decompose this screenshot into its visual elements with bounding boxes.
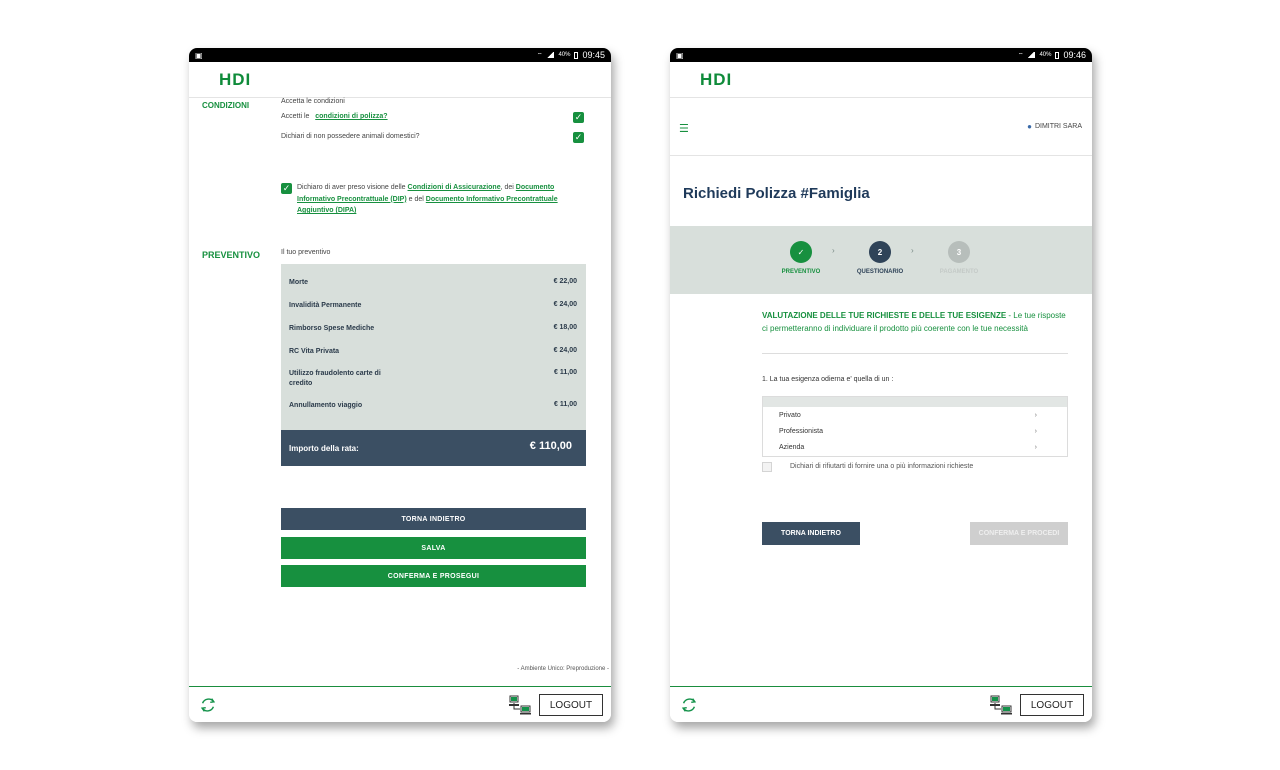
status-time: 09:45 bbox=[582, 50, 605, 60]
wifi-icon: ⌔ bbox=[536, 53, 543, 59]
accept-conditions-checkbox[interactable]: ✓ bbox=[573, 112, 584, 123]
quote-row: Invalidità Permanente € 24,00 bbox=[289, 301, 577, 309]
confirm-proceed-button[interactable]: CONFERMA E PROCEDI bbox=[970, 522, 1068, 545]
insurance-conditions-link[interactable]: Condizioni di Assicurazione bbox=[408, 184, 501, 191]
save-button[interactable]: SALVA bbox=[281, 537, 586, 559]
environment-note: - Ambiente Unico: Preproduzione - bbox=[517, 666, 609, 672]
conditions-intro: Accetta le condizioni bbox=[281, 98, 345, 105]
bottom-bar: LOGOUT bbox=[670, 686, 1092, 722]
quote-subtitle: Il tuo preventivo bbox=[281, 249, 331, 256]
signal-icon bbox=[546, 52, 555, 58]
policy-conditions-link[interactable]: condizioni di polizza? bbox=[315, 113, 387, 120]
step-label-pagamento: PAGAMENTO bbox=[939, 269, 979, 275]
refuse-info-label: Dichiari di rifiutarti di fornire una o … bbox=[790, 463, 974, 470]
chevron-right-icon: › bbox=[1034, 444, 1037, 451]
quote-row: Rimborso Spese Mediche € 18,00 bbox=[289, 324, 577, 332]
logout-button[interactable]: LOGOUT bbox=[1020, 694, 1084, 716]
step-questionario-circle: 2 bbox=[869, 241, 891, 263]
wifi-icon: ⌔ bbox=[1017, 53, 1024, 59]
confirm-continue-button[interactable]: CONFERMA E PROSEGUI bbox=[281, 565, 586, 587]
bottom-bar: LOGOUT bbox=[189, 686, 611, 722]
hdi-logo: HDI bbox=[219, 70, 252, 89]
chevron-right-icon: › bbox=[1034, 412, 1037, 419]
chevron-right-icon: › bbox=[1034, 428, 1037, 435]
sync-icon[interactable] bbox=[680, 696, 698, 714]
step-separator-icon: › bbox=[911, 246, 914, 255]
option-privato[interactable]: Privato › bbox=[779, 412, 1037, 419]
installment-value: € 110,00 bbox=[529, 440, 572, 452]
menu-bar: ☰ ● DIMITRI SARA bbox=[670, 98, 1092, 156]
signal-icon bbox=[1027, 52, 1036, 58]
no-pets-checkbox[interactable]: ✓ bbox=[573, 132, 584, 143]
right-tablet-screen: ▣ ⌔ 40% 09:46 HDI ☰ ● DIMITRI SARA Richi… bbox=[670, 48, 1092, 722]
option-azienda[interactable]: Azienda › bbox=[779, 444, 1037, 451]
quote-row: Utilizzo fraudolento carte di credito € 1… bbox=[289, 369, 577, 387]
network-computers-icon bbox=[509, 695, 531, 715]
status-time: 09:46 bbox=[1063, 50, 1086, 60]
battery-icon bbox=[574, 51, 579, 59]
question-label: 1. La tua esigenza odierna e' quella di … bbox=[762, 376, 894, 383]
hamburger-menu-icon[interactable]: ☰ bbox=[679, 122, 689, 135]
app-header: HDI bbox=[189, 62, 611, 98]
sync-icon[interactable] bbox=[199, 696, 217, 714]
back-button[interactable]: TORNA INDIETRO bbox=[762, 522, 860, 545]
quote-row: RC Vita Privata € 24,00 bbox=[289, 347, 577, 355]
progress-stepper: ✓ PREVENTIVO › 2 QUESTIONARIO › 3 PAGAME… bbox=[670, 226, 1092, 294]
app-header: HDI bbox=[670, 62, 1092, 98]
quote-table: Morte € 22,00 Invalidità Permanente € 24,0… bbox=[281, 264, 586, 430]
refuse-info-checkbox[interactable] bbox=[762, 462, 772, 472]
user-info[interactable]: ● DIMITRI SARA bbox=[1027, 122, 1082, 131]
options-header bbox=[763, 397, 1067, 407]
installment-label: Importo della rata: bbox=[289, 444, 359, 453]
installment-total-bar: Importo della rata: € 110,00 bbox=[281, 430, 586, 466]
quote-row: Annullamento viaggio € 11,00 bbox=[289, 401, 577, 409]
accept-conditions-question: Accetti le condizioni di polizza? bbox=[281, 113, 388, 120]
status-bar: ▣ ⌔ 40% 09:45 bbox=[189, 48, 611, 62]
declaration-text: Dichiaro di aver preso visione delle Con… bbox=[297, 184, 558, 214]
back-button[interactable]: TORNA INDIETRO bbox=[281, 508, 586, 530]
status-bar: ▣ ⌔ 40% 09:46 bbox=[670, 48, 1092, 62]
quote-section-label: PREVENTIVO bbox=[202, 250, 261, 260]
network-computers-icon bbox=[990, 695, 1012, 715]
battery-percent: 40% bbox=[558, 52, 571, 58]
evaluation-heading: VALUTAZIONE DELLE TUE RICHIESTE E DELLE … bbox=[762, 311, 1066, 333]
left-tablet-screen: ▣ ⌔ 40% 09:45 HDI CONDIZIONI Accetta le … bbox=[189, 48, 611, 722]
option-professionista[interactable]: Professionista › bbox=[779, 428, 1037, 435]
user-icon: ● bbox=[1027, 122, 1032, 131]
user-name: DIMITRI SARA bbox=[1034, 123, 1082, 130]
no-pets-question: Dichiari di non possedere animali domest… bbox=[281, 133, 420, 140]
step-label-preventivo: PREVENTIVO bbox=[781, 269, 821, 275]
declaration-checkbox[interactable]: ✓ bbox=[281, 183, 292, 194]
battery-icon bbox=[1055, 51, 1060, 59]
step-label-questionario: QUESTIONARIO bbox=[856, 269, 904, 275]
step-separator-icon: › bbox=[832, 246, 835, 255]
needs-options-list: Privato › Professionista › Azienda › bbox=[762, 396, 1068, 457]
page-title: Richiedi Polizza #Famiglia bbox=[683, 185, 870, 202]
conditions-section-label: CONDIZIONI bbox=[202, 101, 250, 110]
battery-percent: 40% bbox=[1039, 52, 1052, 58]
quote-row: Morte € 22,00 bbox=[289, 278, 577, 286]
step-preventivo-check-icon: ✓ bbox=[790, 241, 812, 263]
divider bbox=[762, 353, 1068, 354]
step-pagamento-circle: 3 bbox=[948, 241, 970, 263]
logout-button[interactable]: LOGOUT bbox=[539, 694, 603, 716]
image-notification-icon: ▣ bbox=[195, 50, 203, 60]
image-notification-icon: ▣ bbox=[676, 50, 684, 60]
hdi-logo: HDI bbox=[700, 70, 733, 89]
